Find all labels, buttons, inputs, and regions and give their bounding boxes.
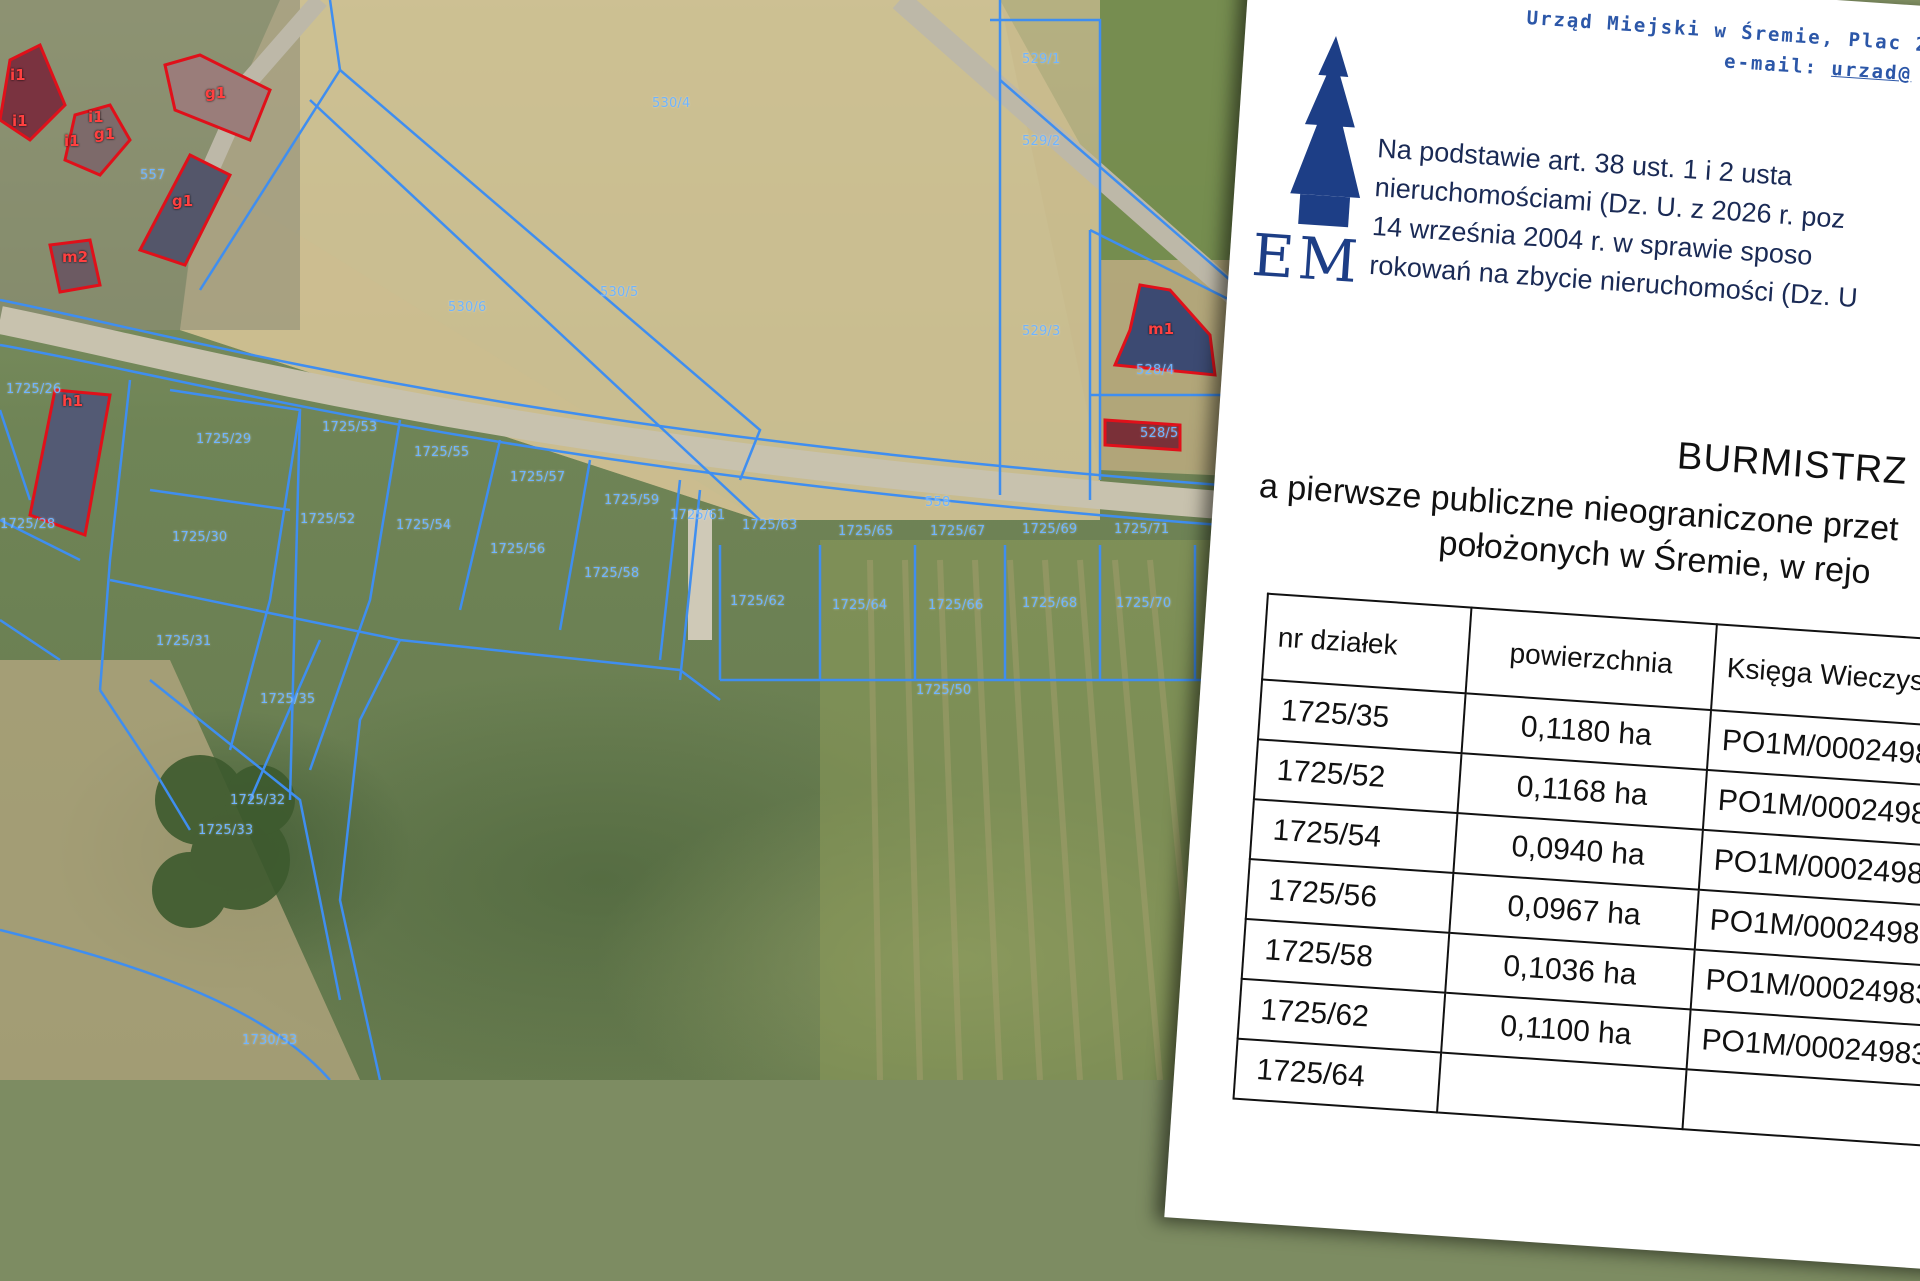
parcel-label-1725-32: 1725/32 [230, 793, 286, 808]
building-label-g1-a: g1 [205, 84, 227, 102]
parcel-label-1725-71: 1725/71 [1114, 522, 1170, 537]
building-label-i1-d: i1 [64, 132, 80, 150]
column-header-parcel-number: nr działek [1262, 593, 1472, 694]
parcel-label-1725-26: 1725/26 [6, 382, 62, 397]
parcel-label-1725-30: 1725/30 [172, 530, 228, 545]
building-label-g1-b: g1 [94, 125, 116, 143]
parcel-label-1725-55: 1725/55 [414, 445, 470, 460]
parcel-label-1725-58: 1725/58 [584, 566, 640, 581]
parcel-label-1725-52: 1725/52 [300, 512, 356, 527]
parcel-label-558: 558 [925, 495, 951, 510]
parcel-label-1725-29: 1725/29 [196, 432, 252, 447]
column-header-area: powierzchnia [1465, 607, 1717, 711]
parcel-label-1725-69: 1725/69 [1022, 522, 1078, 537]
parcel-label-1725-62: 1725/62 [730, 594, 786, 609]
parcel-label-528-4: 528/4 [1136, 363, 1175, 378]
parcel-label-1725-64: 1725/64 [832, 598, 888, 613]
parcel-label-1725-68: 1725/68 [1022, 596, 1078, 611]
document-title: BURMISTRZ ŚR [1675, 435, 1920, 498]
logo-text: EM [1249, 220, 1364, 297]
parcel-label-1725-33: 1725/33 [198, 823, 254, 838]
parcel-label-528-5: 528/5 [1140, 426, 1179, 441]
parcel-label-1725-56: 1725/56 [490, 542, 546, 557]
building-label-g1-c: g1 [172, 192, 194, 210]
cell-parcel-number: 1725/64 [1233, 1038, 1442, 1113]
parcel-label-1725-57: 1725/57 [510, 470, 566, 485]
announcement-document: EM Urząd Miejski w Śremie, Plac 20 P e-m… [1164, 0, 1920, 1281]
parcel-label-530-5: 530/5 [600, 285, 639, 300]
building-label-i1-a: i1 [10, 66, 26, 84]
parcel-label-1725-53: 1725/53 [322, 420, 378, 435]
parcel-label-1725-54: 1725/54 [396, 518, 452, 533]
legal-basis-paragraph: Na podstawie art. 38 ust. 1 i 2 usta nie… [1368, 129, 1920, 340]
parcel-label-1725-28: 1725/28 [0, 517, 56, 532]
header-email: e-mail: urzad@ [1723, 51, 1912, 86]
parcel-label-1730-33: 1730/33 [242, 1033, 298, 1048]
parcel-label-530-4: 530/4 [652, 96, 691, 111]
parcel-label-1725-63: 1725/63 [742, 518, 798, 533]
village [0, 0, 300, 330]
parcel-label-1725-67: 1725/67 [930, 524, 986, 539]
email-link[interactable]: urzad@ [1831, 58, 1913, 85]
building-label-h1: h1 [62, 392, 84, 410]
parcel-label-1725-70: 1725/70 [1116, 596, 1172, 611]
parcel-label-1725-35: 1725/35 [260, 692, 316, 707]
parcel-label-557: 557 [140, 168, 166, 183]
parcel-label-1725-59: 1725/59 [604, 493, 660, 508]
header-email-prefix: e-mail: [1723, 50, 1833, 80]
parcel-label-530-6: 530/6 [448, 300, 487, 315]
building-label-m1: m1 [1148, 320, 1175, 338]
parcel-label-1725-50: 1725/50 [916, 683, 972, 698]
parcels-table: nr działek powierzchnia Księga Wieczysta… [1232, 593, 1920, 1153]
parcel-label-1725-65: 1725/65 [838, 524, 894, 539]
parcel-label-1725-31: 1725/31 [156, 634, 212, 649]
parcel-label-1725-66: 1725/66 [928, 598, 984, 613]
building-label-m2: m2 [62, 248, 89, 266]
building-label-i1-b: i1 [12, 112, 28, 130]
building-label-i1-c: i1 [88, 108, 104, 126]
parcel-label-1725-61: 1725/61 [670, 508, 726, 523]
parcel-label-529-2: 529/2 [1022, 134, 1061, 149]
parcel-label-529-3: 529/3 [1022, 324, 1061, 339]
parcel-label-529-1: 529/1 [1022, 52, 1061, 67]
header-office-address: Urząd Miejski w Śremie, Plac 20 P [1525, 6, 1920, 59]
